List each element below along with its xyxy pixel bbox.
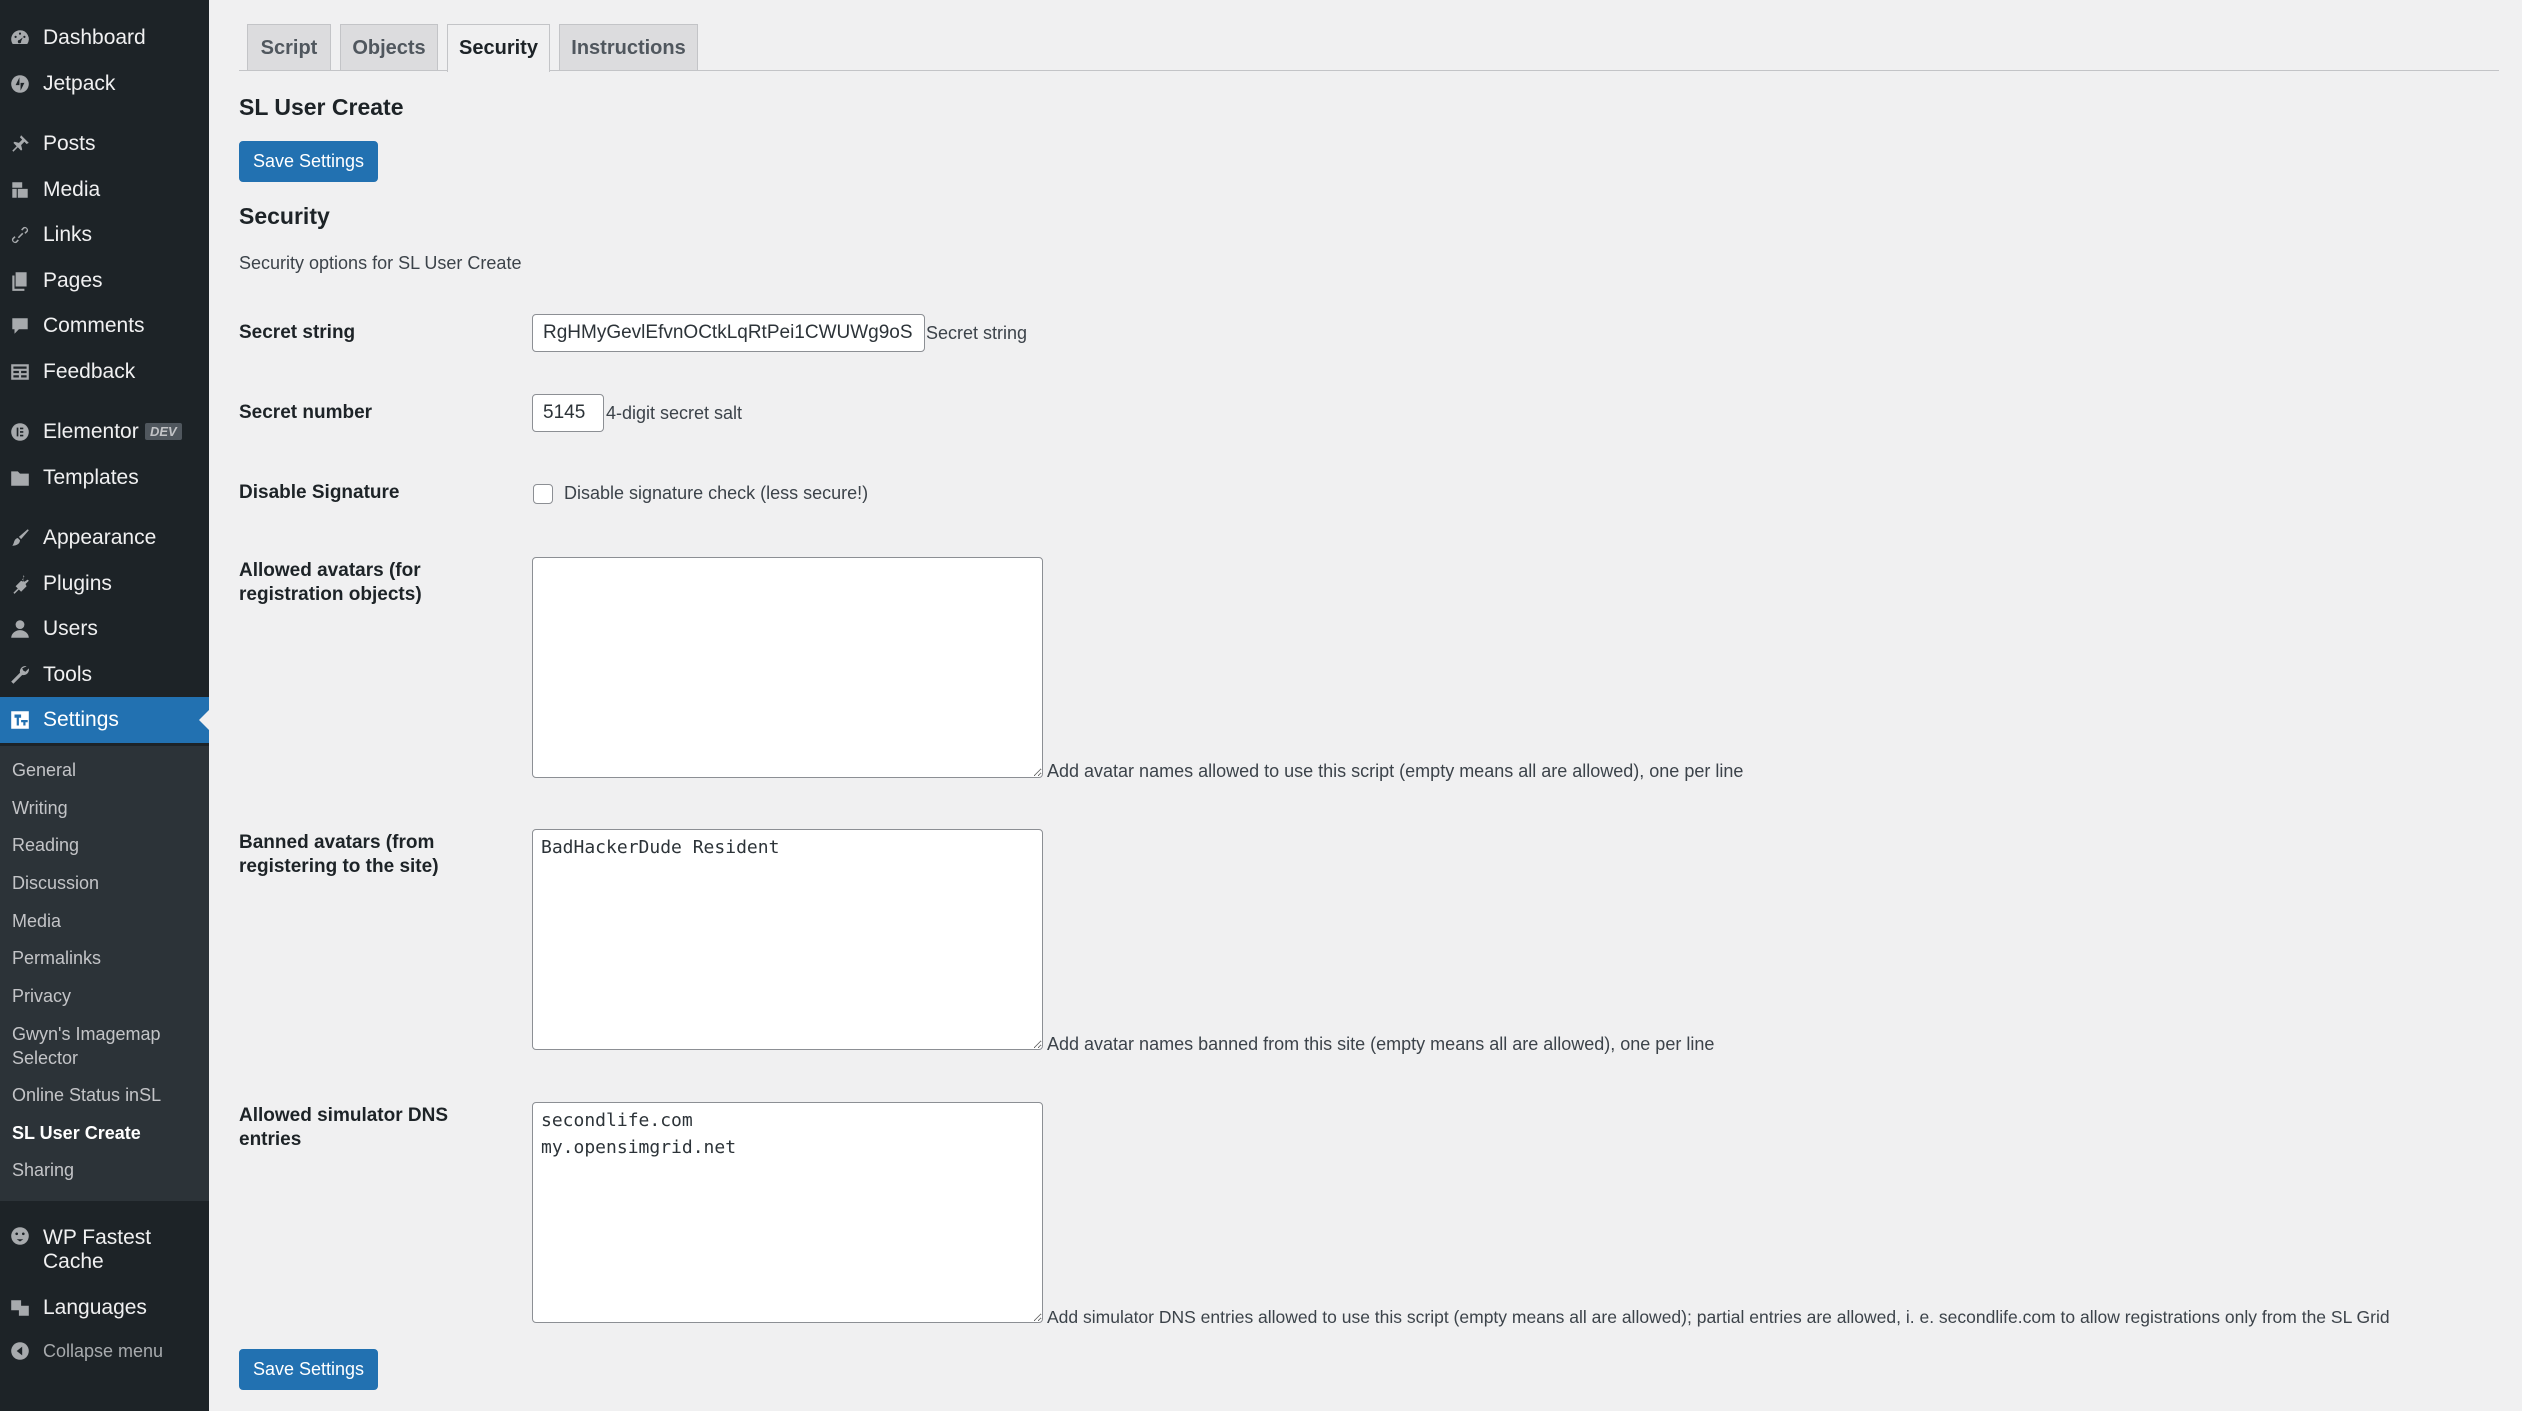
folder-icon (8, 466, 32, 490)
submenu-item-media[interactable]: Media (12, 909, 61, 933)
secret-number-label: Secret number (239, 402, 373, 423)
sidebar-label: Links (43, 223, 93, 246)
sidebar-item-dashboard[interactable]: Dashboard (0, 15, 209, 61)
jetpack-icon (8, 72, 32, 96)
tab-instructions[interactable]: Instructions (559, 24, 698, 71)
sidebar-item-wp-fastest-cache[interactable]: WP Fastest Cache (0, 1220, 209, 1280)
media-icon (8, 178, 32, 202)
sidebar-item-tools[interactable]: Tools (0, 652, 209, 698)
disable-signature-label: Disable Signature (239, 482, 400, 503)
feedback-icon (8, 360, 32, 384)
elementor-icon (8, 420, 32, 444)
submenu-item-imagemap-selector[interactable]: Gwyn's Imagemap Selector (12, 1022, 192, 1070)
sidebar-item-languages[interactable]: Languages (0, 1285, 209, 1331)
admin-sidebar: Dashboard Jetpack Posts Media Links Page… (0, 0, 209, 1411)
sidebar-label: Tools (43, 663, 93, 686)
sidebar-item-settings[interactable]: Settings (0, 697, 209, 743)
settings-submenu: General Writing Reading Discussion Media… (0, 746, 209, 1201)
sidebar-item-links[interactable]: Links (0, 212, 209, 258)
allowed-avatars-textarea[interactable] (532, 557, 1043, 778)
secret-string-description: Secret string (926, 323, 1028, 343)
pin-icon (8, 132, 32, 156)
sidebar-item-jetpack[interactable]: Jetpack (0, 61, 209, 107)
tab-security[interactable]: Security (447, 24, 550, 72)
tab-objects[interactable]: Objects (340, 24, 438, 71)
section-title: Security (239, 203, 330, 229)
banned-avatars-description: Add avatar names banned from this site (… (1047, 1034, 1715, 1054)
sidebar-label: Jetpack (43, 72, 116, 95)
allowed-dns-description: Add simulator DNS entries allowed to use… (1047, 1307, 2390, 1327)
sidebar-label: WP Fastest Cache (43, 1226, 152, 1273)
dashboard-icon (8, 26, 32, 50)
sidebar-label: Posts (43, 132, 96, 155)
tab-divider (239, 70, 2499, 71)
secret-string-input[interactable] (532, 314, 925, 352)
banned-avatars-textarea[interactable] (532, 829, 1043, 1050)
sidebar-item-posts[interactable]: Posts (0, 121, 209, 167)
disable-signature-checkbox[interactable] (533, 484, 553, 504)
sidebar-label: Dashboard (43, 26, 146, 49)
page-title: SL User Create (239, 94, 404, 120)
sidebar-item-media[interactable]: Media (0, 167, 209, 213)
sidebar-item-elementor[interactable]: Elementor DEV (0, 409, 209, 455)
submenu-item-sharing[interactable]: Sharing (12, 1158, 74, 1182)
sidebar-label: Comments (43, 314, 145, 337)
sidebar-label: Plugins (43, 572, 112, 595)
translate-icon (8, 1296, 32, 1320)
submenu-item-reading[interactable]: Reading (12, 833, 79, 857)
pages-icon (8, 269, 32, 293)
collapse-menu-button[interactable]: Collapse menu (0, 1328, 209, 1374)
submenu-item-online-status[interactable]: Online Status inSL (12, 1083, 161, 1107)
section-description: Security options for SL User Create (239, 253, 522, 273)
secret-string-label: Secret string (239, 322, 356, 343)
sidebar-label: Pages (43, 269, 103, 292)
banned-avatars-label: Banned avatars (from registering to the … (239, 832, 439, 877)
collapse-icon (8, 1339, 32, 1363)
sidebar-item-feedback[interactable]: Feedback (0, 349, 209, 395)
sidebar-item-pages[interactable]: Pages (0, 258, 209, 304)
sidebar-item-plugins[interactable]: Plugins (0, 561, 209, 607)
sidebar-label: Settings (43, 708, 119, 731)
submenu-item-writing[interactable]: Writing (12, 796, 68, 820)
sidebar-label: Collapse menu (43, 1340, 164, 1361)
sidebar-label: Media (43, 178, 101, 201)
secret-number-input[interactable] (532, 394, 604, 432)
sidebar-item-comments[interactable]: Comments (0, 303, 209, 349)
comment-icon (8, 314, 32, 338)
sidebar-label: Appearance (43, 526, 157, 549)
sidebar-item-templates[interactable]: Templates (0, 455, 209, 501)
sidebar-label: Languages (43, 1296, 147, 1319)
user-icon (8, 617, 32, 641)
submenu-item-permalinks[interactable]: Permalinks (12, 946, 101, 970)
tab-script[interactable]: Script (247, 24, 331, 71)
dev-badge: DEV (145, 423, 182, 440)
submenu-item-general[interactable]: General (12, 758, 76, 782)
save-settings-button-top[interactable]: Save Settings (239, 141, 378, 182)
submenu-item-discussion[interactable]: Discussion (12, 871, 99, 895)
wrench-icon (8, 663, 32, 687)
allowed-dns-label: Allowed simulator DNS entries (239, 1105, 449, 1150)
link-icon (8, 223, 32, 247)
disable-signature-checkbox-label[interactable]: Disable signature check (less secure!) (564, 483, 868, 504)
save-settings-button-bottom[interactable]: Save Settings (239, 1349, 378, 1390)
allowed-avatars-label: Allowed avatars (for registration object… (239, 560, 422, 605)
sidebar-label: Users (43, 617, 98, 640)
sidebar-label: Elementor (43, 420, 139, 443)
sidebar-label: Feedback (43, 360, 136, 383)
cheetah-icon (8, 1224, 32, 1248)
sidebar-item-users[interactable]: Users (0, 606, 209, 652)
secret-number-description: 4-digit secret salt (606, 403, 743, 423)
submenu-item-sl-user-create[interactable]: SL User Create (12, 1121, 141, 1145)
brush-icon (8, 526, 32, 550)
allowed-dns-textarea[interactable] (532, 1102, 1043, 1323)
settings-icon (8, 708, 32, 732)
sidebar-label: Templates (43, 466, 139, 489)
submenu-item-privacy[interactable]: Privacy (12, 984, 71, 1008)
plugin-icon (8, 572, 32, 596)
sidebar-item-appearance[interactable]: Appearance (0, 515, 209, 561)
allowed-avatars-description: Add avatar names allowed to use this scr… (1047, 761, 1744, 781)
